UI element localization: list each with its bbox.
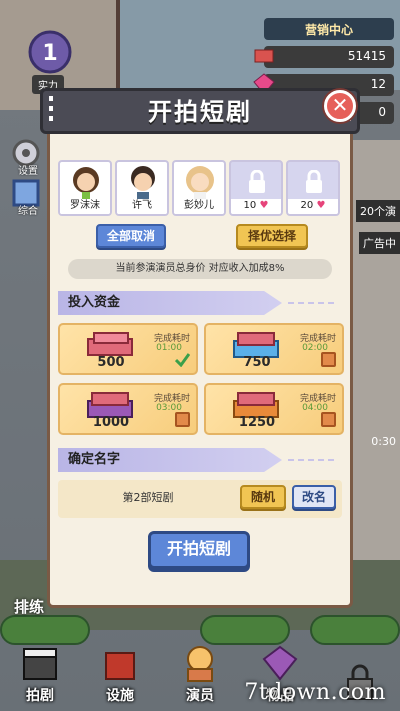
close-button[interactable]: ✕ bbox=[324, 90, 356, 122]
cash-icon bbox=[254, 49, 274, 63]
side-tag: 广告中 bbox=[359, 232, 400, 254]
side-tag: 20个演 bbox=[356, 200, 400, 222]
camera-icon: 1 bbox=[28, 30, 72, 74]
actor-name: 罗沫沫 bbox=[60, 199, 110, 214]
money-counter: 51415 bbox=[254, 46, 394, 68]
actor-card[interactable]: 彭妙儿 bbox=[172, 160, 226, 216]
divider bbox=[288, 302, 338, 304]
marketing-center-button[interactable]: 营销中心 bbox=[264, 18, 394, 40]
other-value: 0 bbox=[378, 105, 386, 119]
checkmark-icon bbox=[175, 353, 190, 367]
money-value: 51415 bbox=[347, 49, 386, 63]
tab-filming[interactable]: 拍剧 bbox=[10, 643, 70, 705]
heart-icon: ♥ bbox=[259, 200, 269, 211]
start-filming-button[interactable]: 开拍短剧 bbox=[148, 531, 250, 569]
select-best-button[interactable]: 择优选择 bbox=[236, 224, 308, 248]
rename-button[interactable]: 改名 bbox=[292, 485, 336, 509]
fund-option[interactable]: 1250 完成耗时 04:00 bbox=[204, 383, 344, 435]
tab-label: 设施 bbox=[106, 688, 134, 704]
name-section-title: 确定名字 bbox=[58, 448, 282, 472]
fund-amount: 750 bbox=[243, 355, 271, 370]
fund-option[interactable]: 500 完成耗时 01:00 bbox=[58, 323, 198, 375]
cost-value: 10 bbox=[243, 200, 257, 211]
actor-name: 许飞 bbox=[117, 199, 167, 214]
actor-icon bbox=[187, 646, 213, 682]
fund-option[interactable]: 1000 完成耗时 03:00 bbox=[58, 383, 198, 435]
overview-button[interactable]: 综合 bbox=[8, 175, 44, 217]
facility-icon bbox=[105, 652, 135, 680]
divider bbox=[288, 459, 338, 461]
dialog-title: 开拍短剧 bbox=[148, 98, 252, 126]
tab-label: 拍剧 bbox=[26, 688, 54, 704]
select-checkbox[interactable] bbox=[321, 412, 336, 427]
side-tag: 0:30 bbox=[371, 435, 396, 448]
tab-label: 演员 bbox=[186, 688, 214, 704]
lock-icon bbox=[306, 170, 322, 193]
rank-button[interactable]: 排练 bbox=[14, 596, 44, 617]
fund-amount: 500 bbox=[97, 355, 125, 370]
fund-amount: 1250 bbox=[238, 415, 276, 430]
actor-portrait bbox=[186, 166, 214, 200]
heart-icon: ♥ bbox=[316, 200, 326, 211]
drama-name-value: 第2部短剧 bbox=[122, 491, 174, 504]
clapperboard-icon bbox=[23, 648, 57, 680]
bonus-hint: 当前参演演员总身价 对应收入加成8% bbox=[68, 259, 332, 279]
tab-facilities[interactable]: 设施 bbox=[90, 643, 150, 705]
cost-value: 20 bbox=[300, 200, 314, 211]
locked-actor-slot[interactable]: 10 ♥ bbox=[229, 160, 283, 216]
gem-value: 12 bbox=[370, 77, 386, 91]
actor-portrait bbox=[131, 166, 155, 200]
select-checkbox[interactable] bbox=[175, 412, 190, 427]
select-checkbox[interactable] bbox=[321, 352, 336, 367]
overview-label: 综合 bbox=[18, 206, 38, 217]
settings-button[interactable]: 设置 bbox=[8, 135, 44, 177]
unlock-cost: 20 ♥ bbox=[288, 199, 338, 214]
actor-card[interactable]: 许飞 bbox=[115, 160, 169, 216]
fund-option[interactable]: 750 完成耗时 02:00 bbox=[204, 323, 344, 375]
watermark: 7tdown.com bbox=[244, 680, 386, 705]
svg-text:1: 1 bbox=[42, 41, 57, 66]
lock-icon bbox=[249, 170, 265, 193]
fund-amount: 1000 bbox=[92, 415, 130, 430]
actor-portrait bbox=[73, 167, 99, 200]
gem-box-icon bbox=[262, 645, 298, 681]
tab-actors[interactable]: 演员 bbox=[170, 643, 230, 705]
cancel-all-button[interactable]: 全部取消 bbox=[96, 224, 166, 248]
locked-actor-slot[interactable]: 20 ♥ bbox=[286, 160, 340, 216]
actor-card[interactable]: 罗沫沫 bbox=[58, 160, 112, 216]
actor-name: 彭妙儿 bbox=[174, 199, 224, 214]
random-name-button[interactable]: 随机 bbox=[240, 485, 286, 509]
actor-list: 罗沫沫 许飞 彭妙儿 10 ♥ 20 ♥ bbox=[58, 160, 342, 216]
unlock-cost: 10 ♥ bbox=[231, 199, 281, 214]
fund-section-title: 投入资金 bbox=[58, 291, 282, 315]
